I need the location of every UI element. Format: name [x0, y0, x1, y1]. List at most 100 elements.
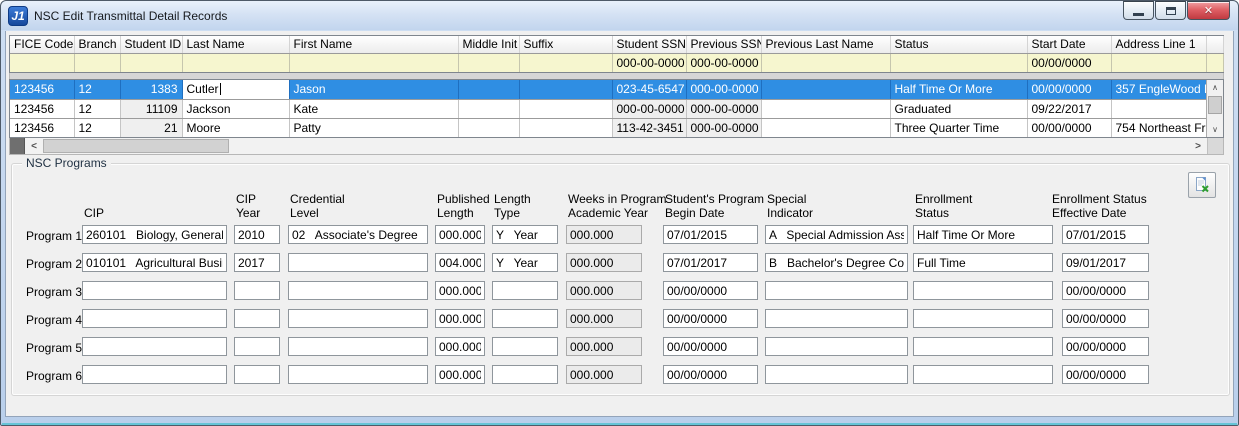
column-header[interactable]: Branch	[74, 36, 120, 53]
program-begin-date-input[interactable]	[663, 253, 758, 272]
program-published-length-input[interactable]	[435, 253, 485, 272]
program-length-type-input[interactable]	[492, 309, 558, 328]
grid-cell[interactable]: 12	[74, 118, 120, 137]
program-enrollment-status-input[interactable]	[913, 281, 1053, 300]
grid-cell[interactable]: 357 EngleWood Ln.	[1111, 80, 1206, 99]
grid-row[interactable]: 1234561221MoorePatty113-42-3451000-00-00…	[10, 118, 1206, 137]
minimize-button[interactable]	[1123, 1, 1154, 20]
grid-cell[interactable]	[761, 118, 890, 137]
grid-cell[interactable]: 12	[74, 99, 120, 118]
close-button[interactable]: ✕	[1187, 1, 1230, 20]
program-credential-level-input[interactable]	[288, 225, 428, 244]
program-begin-date-input[interactable]	[663, 225, 758, 244]
program-begin-date-input[interactable]	[663, 365, 758, 384]
filter-cell[interactable]	[519, 53, 612, 72]
grid-cell[interactable]: 754 Northeast Fredrick	[1111, 118, 1206, 137]
program-cip-year-input[interactable]	[234, 253, 280, 272]
program-cip-input[interactable]	[82, 337, 227, 356]
grid-cell[interactable]: 023-45-6547	[612, 80, 686, 99]
program-effective-date-input[interactable]	[1062, 309, 1149, 328]
program-published-length-input[interactable]	[435, 225, 485, 244]
program-cip-year-input[interactable]	[234, 281, 280, 300]
program-credential-level-input[interactable]	[288, 309, 428, 328]
grid-cell[interactable]	[519, 99, 612, 118]
program-published-length-input[interactable]	[435, 365, 485, 384]
grid-cell[interactable]: 09/22/2017	[1027, 99, 1111, 118]
filter-cell[interactable]: 000-00-0000	[686, 53, 761, 72]
column-header[interactable]: Student ID	[120, 36, 182, 53]
vertical-scrollbar[interactable]: ∧ ∨	[1206, 80, 1223, 137]
grid-cell[interactable]: 000-00-0000	[686, 80, 761, 99]
filter-cell[interactable]	[182, 53, 289, 72]
program-enrollment-status-input[interactable]	[913, 309, 1053, 328]
program-special-indicator-input[interactable]	[765, 253, 908, 272]
program-special-indicator-input[interactable]	[765, 225, 908, 244]
filter-cell[interactable]	[458, 53, 519, 72]
grid-cell[interactable]: 113-42-3451	[612, 118, 686, 137]
filter-cell[interactable]: 000-00-0000	[612, 53, 686, 72]
grid-cell[interactable]: Three Quarter Time	[890, 118, 1027, 137]
program-special-indicator-input[interactable]	[765, 337, 908, 356]
program-cip-year-input[interactable]	[234, 337, 280, 356]
grid-cell[interactable]	[1111, 99, 1206, 118]
program-special-indicator-input[interactable]	[765, 281, 908, 300]
scroll-left-icon[interactable]: <	[25, 138, 43, 154]
program-effective-date-input[interactable]	[1062, 337, 1149, 356]
column-header[interactable]: Status	[890, 36, 1027, 53]
program-enrollment-status-input[interactable]	[913, 253, 1053, 272]
column-header[interactable]: Student SSN	[612, 36, 686, 53]
program-cip-input[interactable]	[82, 309, 227, 328]
grid-cell[interactable]: Patty	[289, 118, 458, 137]
column-header[interactable]: Start Date	[1027, 36, 1111, 53]
grid-cell[interactable]: 11109	[120, 99, 182, 118]
program-effective-date-input[interactable]	[1062, 365, 1149, 384]
program-cip-input[interactable]	[82, 281, 227, 300]
grid-cell[interactable]	[458, 80, 519, 99]
column-header[interactable]: Middle Init	[458, 36, 519, 53]
program-begin-date-input[interactable]	[663, 309, 758, 328]
program-cip-year-input[interactable]	[234, 225, 280, 244]
program-credential-level-input[interactable]	[288, 365, 428, 384]
grid-cell[interactable]: 12	[74, 80, 120, 99]
grid-cell[interactable]	[761, 80, 890, 99]
filter-cell[interactable]	[761, 53, 890, 72]
grid-row[interactable]: 1234561211109JacksonKate000-00-0000000-0…	[10, 99, 1206, 118]
column-header[interactable]: FICE Code	[10, 36, 74, 53]
grid-cell[interactable]: 123456	[10, 118, 74, 137]
grid-cell[interactable]	[761, 99, 890, 118]
grid-cell[interactable]: Jackson	[182, 99, 289, 118]
grid-cell[interactable]: 21	[120, 118, 182, 137]
program-published-length-input[interactable]	[435, 309, 485, 328]
column-header[interactable]: Address Line 1	[1111, 36, 1206, 53]
grid-cell[interactable]: 000-00-0000	[686, 118, 761, 137]
filter-cell[interactable]	[890, 53, 1027, 72]
filter-cell[interactable]	[1111, 53, 1206, 72]
program-effective-date-input[interactable]	[1062, 281, 1149, 300]
maximize-button[interactable]	[1155, 1, 1186, 20]
program-length-type-input[interactable]	[492, 365, 558, 384]
grid-cell[interactable]: 000-00-0000	[686, 99, 761, 118]
program-length-type-input[interactable]	[492, 225, 558, 244]
column-header[interactable]: First Name	[289, 36, 458, 53]
program-enrollment-status-input[interactable]	[913, 365, 1053, 384]
grid-cell[interactable]: 1383	[120, 80, 182, 99]
horizontal-scroll-thumb[interactable]	[43, 139, 229, 153]
program-special-indicator-input[interactable]	[765, 309, 908, 328]
vertical-scroll-thumb[interactable]	[1208, 96, 1222, 114]
program-cip-input[interactable]	[82, 225, 227, 244]
grid-cell[interactable]	[519, 80, 612, 99]
filter-cell[interactable]	[120, 53, 182, 72]
scroll-right-icon[interactable]: >	[1189, 138, 1207, 154]
program-begin-date-input[interactable]	[663, 337, 758, 356]
program-special-indicator-input[interactable]	[765, 365, 908, 384]
grid-cell[interactable]	[519, 118, 612, 137]
grid-cell[interactable]: Kate	[289, 99, 458, 118]
program-effective-date-input[interactable]	[1062, 225, 1149, 244]
grid-cell[interactable]: 000-00-0000	[612, 99, 686, 118]
program-published-length-input[interactable]	[435, 281, 485, 300]
program-cip-year-input[interactable]	[234, 309, 280, 328]
grid-cell[interactable]: Graduated	[890, 99, 1027, 118]
program-enrollment-status-input[interactable]	[913, 337, 1053, 356]
grid-cell[interactable]: 00/00/0000	[1027, 118, 1111, 137]
grid-row[interactable]: 123456121383CutlerJason023-45-6547000-00…	[10, 80, 1206, 99]
